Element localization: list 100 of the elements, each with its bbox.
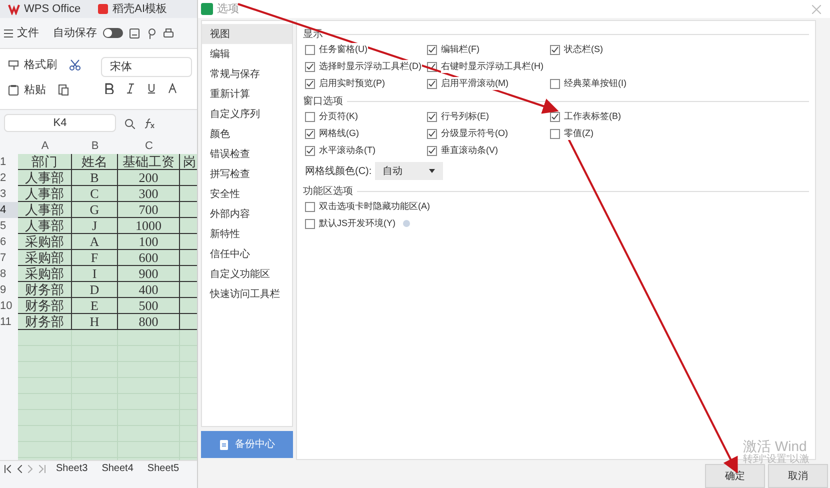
table-cell: H bbox=[72, 314, 118, 330]
checkbox[interactable] bbox=[305, 62, 315, 72]
checkbox[interactable] bbox=[427, 146, 437, 156]
checkbox[interactable] bbox=[427, 112, 437, 122]
zoom-icon[interactable] bbox=[124, 118, 135, 128]
table-cell: 财务部 bbox=[18, 282, 72, 298]
paste-button[interactable]: 粘贴 bbox=[8, 82, 46, 98]
nav-item[interactable]: 自定义功能区 bbox=[202, 264, 292, 284]
table-cell: 600 bbox=[118, 250, 180, 266]
option-label: 分级显示符号(O) bbox=[441, 126, 508, 140]
table-cell: 1000 bbox=[118, 218, 180, 234]
option-label: 启用实时预览(P) bbox=[319, 76, 385, 90]
checkbox[interactable] bbox=[550, 44, 560, 54]
nav-item[interactable]: 常规与保存 bbox=[202, 64, 292, 84]
save-icon[interactable] bbox=[129, 28, 140, 38]
checkbox[interactable] bbox=[305, 112, 315, 122]
nav-item[interactable]: 颜色 bbox=[202, 124, 292, 144]
option-label: 状态栏(S) bbox=[564, 42, 603, 56]
print-icon[interactable] bbox=[163, 28, 174, 38]
menu-icon[interactable] bbox=[4, 28, 13, 38]
option-label: 垂直滚动条(V) bbox=[441, 144, 498, 158]
nav-item[interactable]: 重新计算 bbox=[202, 84, 292, 104]
table-cell bbox=[18, 362, 72, 378]
cancel-button[interactable]: 取消 bbox=[768, 464, 828, 488]
italic-icon[interactable] bbox=[126, 83, 135, 94]
app-tab[interactable]: 稻壳AI模板 bbox=[92, 1, 172, 17]
table-cell: 人事部 bbox=[18, 186, 72, 202]
table-cell: E bbox=[72, 298, 118, 314]
nav-item[interactable]: 快速访问工具栏 bbox=[202, 284, 292, 304]
app-tab[interactable]: WPS Office bbox=[4, 1, 85, 17]
sheet-tab[interactable]: Sheet4 bbox=[98, 461, 138, 476]
function-icon[interactable] bbox=[143, 118, 155, 128]
caret-icon[interactable] bbox=[428, 169, 435, 173]
section-title: 窗口选项 bbox=[303, 94, 343, 108]
column-header[interactable]: B bbox=[72, 138, 118, 154]
clipboard-icon[interactable] bbox=[8, 84, 20, 96]
nav-item[interactable]: 视图 bbox=[202, 24, 292, 44]
font-name-field[interactable]: 宋体 bbox=[101, 57, 192, 77]
autosave-toggle[interactable] bbox=[103, 28, 123, 38]
option-label: 编辑栏(F) bbox=[441, 42, 480, 56]
logo-icon[interactable] bbox=[8, 3, 20, 15]
checkbox[interactable] bbox=[427, 78, 437, 88]
column-header[interactable]: C bbox=[118, 138, 180, 154]
checkbox[interactable] bbox=[305, 202, 315, 212]
nav-item[interactable]: 自定义序列 bbox=[202, 104, 292, 124]
table-cell: I bbox=[72, 266, 118, 282]
table-cell: 采购部 bbox=[18, 234, 72, 250]
checkbox[interactable] bbox=[427, 44, 437, 54]
checkbox[interactable] bbox=[427, 128, 437, 138]
table-cell bbox=[18, 426, 72, 442]
column-header[interactable]: A bbox=[18, 138, 72, 154]
table-cell: C bbox=[72, 186, 118, 202]
row-header[interactable]: 4 bbox=[0, 202, 18, 218]
font-color-icon[interactable] bbox=[168, 83, 177, 94]
checkbox[interactable] bbox=[305, 218, 315, 228]
ok-button[interactable]: 确定 bbox=[705, 464, 765, 488]
name-box[interactable]: K4 bbox=[4, 114, 116, 132]
table-cell: 财务部 bbox=[18, 314, 72, 330]
gridline-color-dropdown[interactable]: 自动 bbox=[374, 162, 443, 180]
checkbox[interactable] bbox=[550, 128, 560, 138]
nav-item[interactable]: 错误检查 bbox=[202, 144, 292, 164]
table-cell bbox=[18, 346, 72, 362]
checkbox[interactable] bbox=[305, 128, 315, 138]
checkbox[interactable] bbox=[305, 44, 315, 54]
table-cell: 700 bbox=[118, 202, 180, 218]
nav-item[interactable]: 新特性 bbox=[202, 224, 292, 244]
previous-sheet-icon[interactable] bbox=[17, 464, 22, 472]
pin-icon[interactable] bbox=[146, 28, 157, 38]
scissors-icon[interactable] bbox=[69, 59, 81, 72]
table-cell: 800 bbox=[118, 314, 180, 330]
nav-item[interactable]: 安全性 bbox=[202, 184, 292, 204]
underline-icon[interactable] bbox=[147, 83, 156, 94]
checkbox[interactable] bbox=[550, 78, 560, 88]
file-menu[interactable]: 文件 bbox=[4, 24, 39, 42]
format-painter-button[interactable]: 格式刷 bbox=[8, 57, 57, 74]
table-cell: A bbox=[72, 234, 118, 250]
checkbox[interactable] bbox=[305, 146, 315, 156]
dialog-title: 选项 bbox=[217, 2, 239, 17]
nav-item[interactable]: 编辑 bbox=[202, 44, 292, 64]
table-cell: 200 bbox=[118, 170, 180, 186]
table-cell: 采购部 bbox=[18, 250, 72, 266]
first-sheet-icon[interactable] bbox=[4, 464, 11, 472]
option-label: 水平滚动条(T) bbox=[319, 144, 376, 158]
sheet-tab[interactable]: Sheet3 bbox=[52, 461, 92, 476]
table-cell: D bbox=[72, 282, 118, 298]
table-cell: B bbox=[72, 170, 118, 186]
option-label: 右键时显示浮动工具栏(H) bbox=[441, 60, 544, 74]
autosave-label: 自动保存 bbox=[53, 26, 97, 41]
table-cell: F bbox=[72, 250, 118, 266]
checkbox[interactable] bbox=[550, 112, 560, 122]
nav-item[interactable]: 外部内容 bbox=[202, 204, 292, 224]
option-label: 经典菜单按钮(I) bbox=[564, 76, 626, 90]
table-cell: 人事部 bbox=[18, 170, 72, 186]
nav-item[interactable]: 拼写检查 bbox=[202, 164, 292, 184]
sheet-tab[interactable]: Sheet5 bbox=[143, 461, 184, 476]
bold-icon[interactable] bbox=[105, 83, 114, 94]
checkbox[interactable] bbox=[305, 78, 315, 88]
option-label: 网格线(G) bbox=[319, 126, 359, 140]
activation-notice: 激活 Wind bbox=[743, 438, 808, 454]
nav-item[interactable]: 信任中心 bbox=[202, 244, 292, 264]
